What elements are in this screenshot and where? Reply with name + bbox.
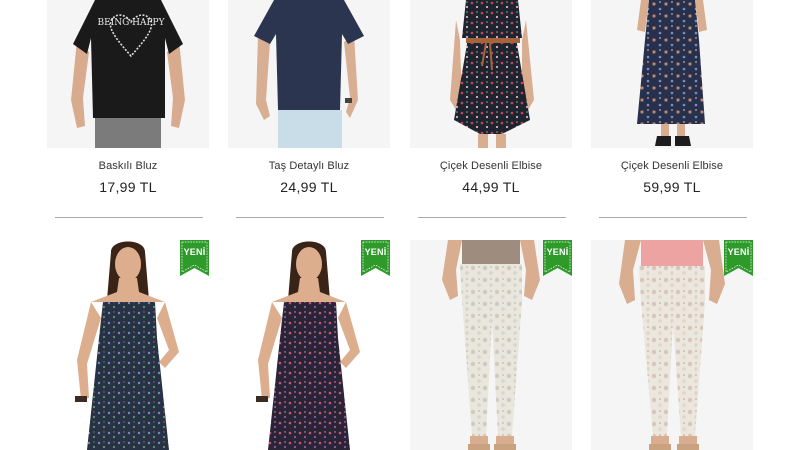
divider [236,217,384,218]
product-info: Çiçek Desenli Elbise 44,99 TL [410,160,572,195]
product-image[interactable]: YENİ [591,240,753,450]
product-name[interactable]: Çiçek Desenli Elbise [591,160,753,172]
new-badge: YENİ [180,240,209,276]
new-badge-label: YENİ [183,247,206,257]
product-name[interactable]: Baskılı Bluz [47,160,209,172]
product-image[interactable]: YENİ [410,240,572,450]
divider [55,217,203,218]
product-photo: BEING HAPPY [47,0,209,148]
product-photo [410,0,572,148]
new-badge-label: YENİ [546,247,569,257]
product-card[interactable] [228,0,390,148]
ribbon-icon [543,240,572,276]
ribbon-icon [180,240,209,276]
product-name[interactable]: Taş Detaylı Bluz [228,160,390,172]
product-price: 59,99 TL [643,179,701,195]
new-badge: YENİ [361,240,390,276]
product-card[interactable]: YENİ [410,240,572,450]
product-image[interactable]: BEING HAPPY [47,0,209,148]
product-card[interactable]: YENİ [591,240,753,450]
product-card[interactable] [591,0,753,148]
product-card[interactable] [410,0,572,148]
divider [599,217,747,218]
product-name[interactable]: Çiçek Desenli Elbise [410,160,572,172]
new-badge: YENİ [724,240,753,276]
product-photo [591,0,753,148]
ribbon-icon [724,240,753,276]
product-card[interactable]: YENİ [228,240,390,450]
product-photo [228,0,390,148]
product-image[interactable]: YENİ [228,240,390,450]
product-image[interactable] [591,0,753,148]
product-image[interactable] [410,0,572,148]
new-badge-label: YENİ [727,247,750,257]
product-info: Baskılı Bluz 17,99 TL [47,160,209,195]
product-card[interactable]: BEING HAPPY [47,0,209,148]
divider [418,217,566,218]
product-price: 44,99 TL [462,179,520,195]
new-badge: YENİ [543,240,572,276]
product-grid: BEING HAPPY Baskılı Bluz 17,99 TL Taş De… [0,0,800,450]
product-card[interactable]: YENİ [47,240,209,450]
ribbon-icon [361,240,390,276]
product-price: 17,99 TL [99,179,157,195]
svg-text:BEING HAPPY: BEING HAPPY [97,18,165,28]
product-info: Çiçek Desenli Elbise 59,99 TL [591,160,753,195]
new-badge-label: YENİ [364,247,387,257]
product-image[interactable]: YENİ [47,240,209,450]
product-image[interactable] [228,0,390,148]
product-info: Taş Detaylı Bluz 24,99 TL [228,160,390,195]
product-price: 24,99 TL [280,179,338,195]
